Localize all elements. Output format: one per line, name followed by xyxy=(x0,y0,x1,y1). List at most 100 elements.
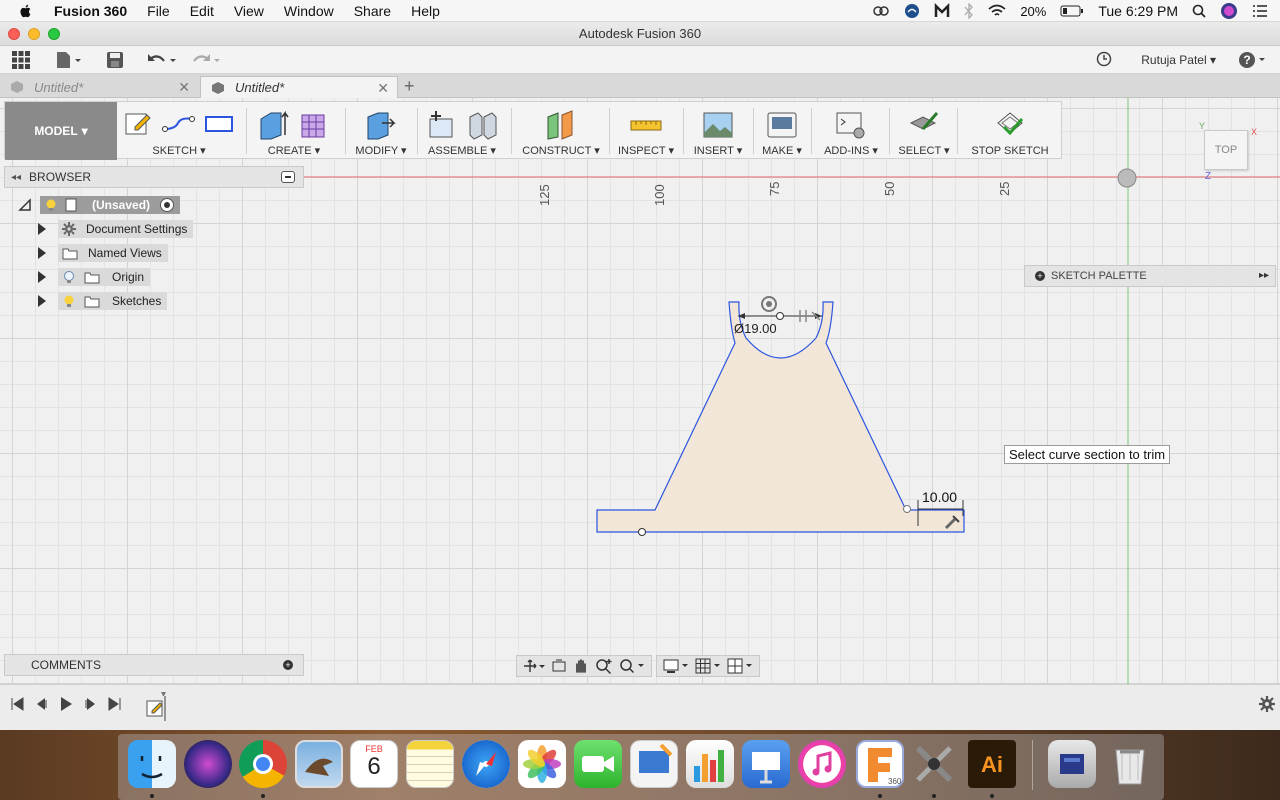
calendar-icon[interactable]: FEB 6 xyxy=(350,740,398,788)
siri-app-icon[interactable] xyxy=(184,740,232,788)
sketch-point[interactable] xyxy=(903,505,911,513)
origin-point[interactable] xyxy=(1117,168,1137,188)
line-icon[interactable] xyxy=(161,109,195,139)
toolbar-group-create[interactable]: CREATE ▾ xyxy=(249,102,339,160)
press-pull-icon[interactable] xyxy=(364,109,398,141)
sketch-palette-header[interactable]: + SKETCH PALETTE ▸▸ xyxy=(1024,265,1276,287)
expand-arrow-icon[interactable] xyxy=(38,295,46,307)
toolbar-group-assemble[interactable]: ASSEMBLE ▾ xyxy=(419,102,505,160)
sketch-profile[interactable] xyxy=(596,301,965,533)
modify-label[interactable]: MODIFY ▾ xyxy=(347,144,415,157)
stop-sketch-label[interactable]: STOP SKETCH xyxy=(961,145,1059,157)
linear-dimension[interactable]: 10.00 xyxy=(922,489,957,505)
browser-node-origin[interactable]: Origin xyxy=(38,267,151,287)
look-at-icon[interactable] xyxy=(551,659,567,673)
collapse-browser-icon[interactable]: ◂◂ xyxy=(11,172,21,183)
toolbar-group-add-ins[interactable]: ADD-INS ▾ xyxy=(813,102,889,160)
comments-panel-header[interactable]: COMMENTS + xyxy=(4,654,304,676)
new-component-icon[interactable] xyxy=(426,109,458,141)
create-sketch-icon[interactable] xyxy=(123,109,153,139)
photos-icon[interactable] xyxy=(518,740,566,788)
expand-palette-icon[interactable]: ▸▸ xyxy=(1259,270,1269,281)
extrude-icon[interactable] xyxy=(257,109,291,141)
select-label[interactable]: SELECT ▾ xyxy=(891,144,957,157)
toolbar-group-construct[interactable]: CONSTRUCT ▾ xyxy=(513,102,609,160)
inspect-label[interactable]: INSPECT ▾ xyxy=(611,144,681,157)
timeline-play-icon[interactable] xyxy=(59,696,73,712)
construct-label[interactable]: CONSTRUCT ▾ xyxy=(513,144,609,157)
stop-sketch-icon[interactable] xyxy=(994,109,1026,141)
pan-hand-icon[interactable] xyxy=(573,658,589,674)
browser-node-sketches[interactable]: Sketches xyxy=(38,291,168,311)
timeline-end-icon[interactable] xyxy=(108,697,122,711)
offset-plane-icon[interactable] xyxy=(544,109,578,141)
itunes-icon[interactable] xyxy=(798,740,846,788)
expand-arrow-icon[interactable] xyxy=(38,223,46,235)
browser-options-icon[interactable] xyxy=(281,171,295,183)
timeline-sketch-feature-icon[interactable] xyxy=(144,691,172,721)
toolbar-group-make[interactable]: MAKE ▾ xyxy=(755,102,809,160)
diameter-dimension[interactable]: Ø19.00 xyxy=(734,321,777,336)
downloads-stack-icon[interactable] xyxy=(1048,740,1096,788)
system-tools-icon[interactable] xyxy=(910,740,958,788)
browser-root-node[interactable]: (Unsaved) xyxy=(18,195,181,215)
scripts-addins-icon[interactable] xyxy=(835,109,867,141)
select-icon[interactable] xyxy=(907,109,941,141)
collapse-arrow-icon[interactable] xyxy=(18,198,32,212)
keynote-file-icon[interactable] xyxy=(630,740,678,788)
toolbar-group-inspect[interactable]: INSPECT ▾ xyxy=(611,102,681,160)
safari-icon[interactable] xyxy=(462,740,510,788)
illustrator-icon[interactable]: Ai xyxy=(968,740,1016,788)
view-cube[interactable]: TOP xyxy=(1204,130,1248,170)
add-ins-label[interactable]: ADD-INS ▾ xyxy=(813,144,889,157)
browser-node-document-settings[interactable]: Document Settings xyxy=(38,219,194,239)
activate-radio-icon[interactable] xyxy=(160,198,175,212)
grid-settings-icon[interactable] xyxy=(695,658,721,674)
assemble-label[interactable]: ASSEMBLE ▾ xyxy=(419,144,505,157)
expand-arrow-icon[interactable] xyxy=(38,247,46,259)
stop-sketch-button[interactable]: STOP SKETCH xyxy=(961,102,1059,160)
measure-icon[interactable] xyxy=(629,109,663,141)
viewports-icon[interactable] xyxy=(727,658,753,674)
expand-arrow-icon[interactable] xyxy=(38,271,46,283)
toolbar-group-sketch[interactable]: SKETCH ▾ xyxy=(119,102,239,160)
fit-zoom-icon[interactable] xyxy=(619,658,645,674)
orbit-icon[interactable] xyxy=(523,659,545,673)
lightbulb-icon[interactable] xyxy=(44,198,58,212)
browser-panel-header[interactable]: ◂◂ BROWSER xyxy=(4,166,304,188)
toolbar-group-insert[interactable]: INSERT ▾ xyxy=(685,102,751,160)
view-cube-face[interactable]: TOP xyxy=(1215,144,1237,156)
insert-image-icon[interactable] xyxy=(702,109,734,141)
zoom-icon[interactable] xyxy=(595,658,613,674)
lightbulb-off-icon[interactable] xyxy=(62,270,76,284)
workspace-switcher[interactable]: MODEL ▾ xyxy=(5,102,117,160)
create-label[interactable]: CREATE ▾ xyxy=(249,144,339,157)
timeline-settings-gear-icon[interactable] xyxy=(1258,695,1276,713)
lightbulb-icon[interactable] xyxy=(62,294,76,308)
palette-add-icon[interactable]: + xyxy=(1035,271,1045,281)
numbers-icon[interactable] xyxy=(686,740,734,788)
form-icon[interactable] xyxy=(299,109,331,141)
fusion-360-icon[interactable]: 360 xyxy=(856,740,904,788)
finder-icon[interactable] xyxy=(128,740,176,788)
display-settings-icon[interactable] xyxy=(663,658,689,674)
keynote-icon[interactable] xyxy=(742,740,790,788)
3d-print-icon[interactable] xyxy=(766,109,798,141)
sketch-label[interactable]: SKETCH ▾ xyxy=(119,144,239,157)
sketch-point[interactable] xyxy=(638,528,646,536)
notes-icon[interactable] xyxy=(406,740,454,788)
timeline-back-icon[interactable] xyxy=(34,697,48,711)
trash-icon[interactable] xyxy=(1106,740,1154,788)
timeline-start-icon[interactable] xyxy=(10,697,24,711)
facetime-icon[interactable] xyxy=(574,740,622,788)
add-comment-icon[interactable]: + xyxy=(283,660,293,670)
make-label[interactable]: MAKE ▾ xyxy=(755,144,809,157)
arc-center-point[interactable] xyxy=(776,312,784,320)
toolbar-group-select[interactable]: SELECT ▾ xyxy=(891,102,957,160)
browser-node-named-views[interactable]: Named Views xyxy=(38,243,168,263)
rectangle-icon[interactable] xyxy=(203,109,235,139)
chrome-icon[interactable] xyxy=(239,740,287,788)
preview-eagle-icon[interactable] xyxy=(295,740,343,788)
joint-icon[interactable] xyxy=(466,109,498,141)
toolbar-group-modify[interactable]: MODIFY ▾ xyxy=(347,102,415,160)
